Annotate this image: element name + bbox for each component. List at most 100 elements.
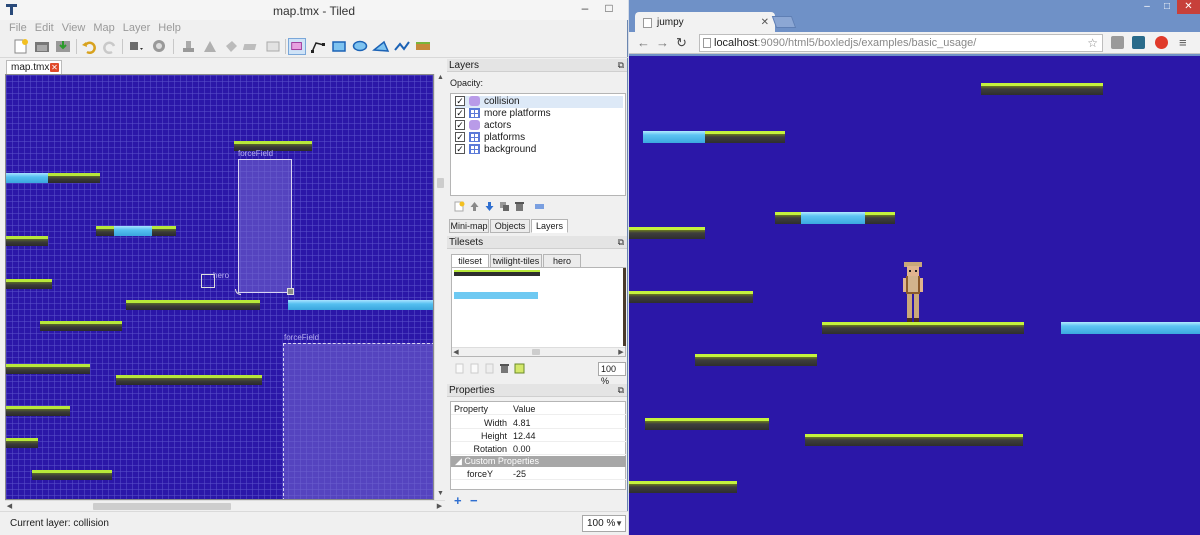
insert-polygon-icon[interactable] bbox=[372, 38, 390, 55]
menu-view[interactable]: View bbox=[58, 20, 90, 36]
tab-objects[interactable]: Objects bbox=[490, 219, 530, 233]
browser-close-button[interactable]: ✕ bbox=[1177, 0, 1200, 14]
tab-mini-map[interactable]: Mini-map bbox=[449, 219, 489, 233]
open-icon[interactable] bbox=[33, 38, 51, 55]
visibility-checkbox[interactable]: ✓ bbox=[455, 108, 465, 119]
insert-ellipse-icon[interactable] bbox=[351, 38, 369, 55]
layer-row-platforms[interactable]: ✓ platforms bbox=[455, 132, 525, 144]
tileset-zoom[interactable]: 100 % bbox=[598, 362, 626, 386]
visibility-checkbox[interactable]: ✓ bbox=[455, 144, 465, 155]
zoom-select[interactable]: 100 % ▼ bbox=[582, 515, 626, 532]
float-panel-icon[interactable]: ⧉ bbox=[618, 59, 624, 72]
forward-icon[interactable]: → bbox=[656, 35, 669, 50]
tile-row[interactable] bbox=[454, 270, 540, 276]
document-tab[interactable]: map.tmx ✕ bbox=[6, 60, 62, 74]
eraser-icon[interactable] bbox=[243, 38, 261, 55]
map-horizontal-scrollbar[interactable]: ◀ ▶ bbox=[5, 500, 445, 511]
new-tab-button[interactable] bbox=[771, 16, 797, 28]
delete-tileset-icon[interactable] bbox=[499, 363, 510, 374]
visibility-checkbox[interactable]: ✓ bbox=[455, 96, 465, 107]
insert-tile-icon[interactable] bbox=[414, 38, 432, 55]
duplicate-layer-icon[interactable] bbox=[499, 201, 510, 212]
reload-icon[interactable]: ↻ bbox=[676, 35, 687, 51]
forcefield-object[interactable] bbox=[283, 343, 433, 499]
property-row-rotation[interactable]: Rotation 0.00 bbox=[451, 443, 626, 455]
rect-select-icon[interactable] bbox=[264, 38, 282, 55]
insert-rectangle-icon[interactable] bbox=[330, 38, 348, 55]
redo-icon[interactable] bbox=[101, 38, 119, 55]
float-panel-icon[interactable]: ⧉ bbox=[618, 384, 624, 397]
scroll-right-icon[interactable]: ▶ bbox=[435, 502, 444, 510]
menu-edit[interactable]: Edit bbox=[31, 20, 58, 36]
scroll-up-icon[interactable]: ▲ bbox=[436, 74, 445, 81]
extension-icon[interactable] bbox=[1155, 36, 1168, 49]
terrain-brush-icon[interactable] bbox=[201, 38, 219, 55]
menu-layer[interactable]: Layer bbox=[119, 20, 155, 36]
layer-row-background[interactable]: ✓ background bbox=[455, 144, 536, 156]
property-row-height[interactable]: Height 12.44 bbox=[451, 430, 626, 442]
float-panel-icon[interactable]: ⧉ bbox=[618, 236, 624, 249]
random-mode-icon[interactable] bbox=[150, 38, 168, 55]
extension-icon[interactable] bbox=[1132, 36, 1145, 49]
bucket-fill-icon[interactable] bbox=[222, 38, 240, 55]
menu-icon[interactable]: ≡ bbox=[1179, 35, 1187, 50]
visibility-checkbox[interactable]: ✓ bbox=[455, 132, 465, 143]
scroll-thumb[interactable] bbox=[437, 178, 444, 188]
layer-row-more-platforms[interactable]: ✓ more platforms bbox=[455, 108, 551, 120]
import-tileset-icon[interactable] bbox=[469, 363, 480, 374]
property-row-forcey[interactable]: forceY -25 bbox=[451, 468, 626, 480]
tileset-view[interactable]: ◀ ▶ bbox=[451, 267, 626, 357]
layer-row-actors[interactable]: ✓ actors bbox=[455, 120, 511, 132]
maximize-button[interactable]: □ bbox=[596, 0, 622, 18]
address-bar[interactable]: localhost:9090/html5/boxledjs/examples/b… bbox=[699, 34, 1103, 52]
lower-layer-icon[interactable] bbox=[484, 201, 495, 212]
minimize-button[interactable]: – bbox=[572, 0, 598, 18]
property-value[interactable]: 12.44 bbox=[513, 430, 536, 442]
browser-maximize-button[interactable]: □ bbox=[1157, 0, 1177, 14]
layer-properties-icon[interactable] bbox=[534, 201, 545, 212]
raise-layer-icon[interactable] bbox=[469, 201, 480, 212]
visibility-checkbox[interactable]: ✓ bbox=[455, 120, 465, 131]
tab-twilight-tiles[interactable]: twilight-tiles bbox=[490, 254, 542, 268]
property-value[interactable]: 0.00 bbox=[513, 443, 531, 455]
save-icon[interactable] bbox=[54, 38, 72, 55]
scroll-thumb[interactable] bbox=[532, 349, 540, 355]
menu-file[interactable]: File bbox=[5, 20, 31, 36]
undo-icon[interactable] bbox=[80, 38, 98, 55]
tab-hero[interactable]: hero bbox=[543, 254, 581, 268]
map-canvas[interactable]: forceField hero forceField bbox=[5, 74, 434, 500]
stamp-brush-icon[interactable] bbox=[126, 38, 144, 55]
map-vertical-scrollbar[interactable]: ▲ ▼ bbox=[434, 74, 445, 500]
new-tileset-icon[interactable] bbox=[454, 363, 465, 374]
close-tab-icon[interactable]: ✕ bbox=[761, 12, 769, 34]
property-row-width[interactable]: Width 4.81 bbox=[451, 417, 626, 429]
scroll-right-icon[interactable]: ▶ bbox=[617, 348, 625, 356]
edit-terrain-icon[interactable] bbox=[514, 363, 525, 374]
delete-layer-icon[interactable] bbox=[514, 201, 525, 212]
menu-map[interactable]: Map bbox=[89, 20, 118, 36]
back-icon[interactable]: ← bbox=[637, 35, 650, 50]
forcefield-object-selected[interactable] bbox=[238, 159, 292, 293]
scroll-thumb[interactable] bbox=[93, 503, 231, 510]
custom-properties-header[interactable]: ◢ Custom Properties bbox=[451, 456, 626, 467]
tileset-properties-icon[interactable] bbox=[484, 363, 495, 374]
scroll-left-icon[interactable]: ◀ bbox=[452, 348, 460, 356]
star-icon[interactable]: ☆ bbox=[1087, 35, 1098, 51]
tab-layers[interactable]: Layers bbox=[531, 219, 568, 233]
browser-minimize-button[interactable]: – bbox=[1137, 0, 1157, 14]
stamp-tool-icon[interactable] bbox=[180, 38, 198, 55]
extension-icon[interactable] bbox=[1111, 36, 1124, 49]
menu-help[interactable]: Help bbox=[154, 20, 185, 36]
browser-tab[interactable]: jumpy ✕ bbox=[635, 12, 775, 34]
game-canvas[interactable] bbox=[629, 56, 1200, 530]
close-tab-icon[interactable]: ✕ bbox=[50, 63, 59, 72]
property-value[interactable]: 4.81 bbox=[513, 417, 531, 429]
tileset-horizontal-scrollbar[interactable]: ◀ ▶ bbox=[452, 347, 625, 356]
property-value[interactable]: -25 bbox=[513, 468, 526, 480]
scroll-left-icon[interactable]: ◀ bbox=[5, 502, 14, 510]
add-property-icon[interactable]: + bbox=[454, 493, 462, 508]
remove-property-icon[interactable]: − bbox=[470, 493, 478, 508]
select-objects-icon[interactable] bbox=[288, 38, 306, 55]
tile-row[interactable] bbox=[454, 292, 538, 299]
scroll-down-icon[interactable]: ▼ bbox=[436, 490, 445, 497]
